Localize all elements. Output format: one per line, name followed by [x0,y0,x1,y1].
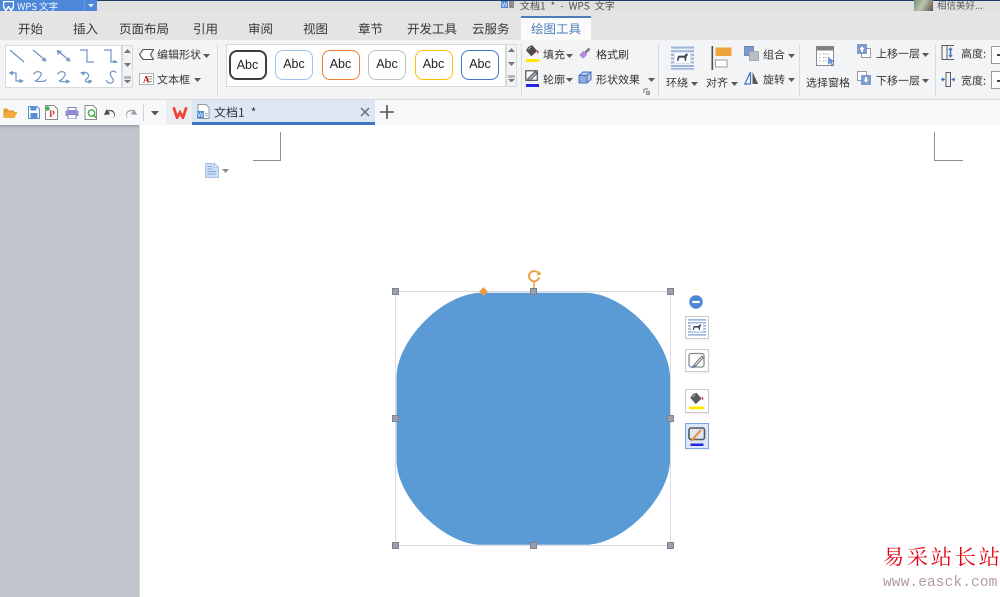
svg-text:W: W [502,3,508,9]
svg-text:P: P [49,110,55,120]
svg-text:W: W [197,112,204,119]
